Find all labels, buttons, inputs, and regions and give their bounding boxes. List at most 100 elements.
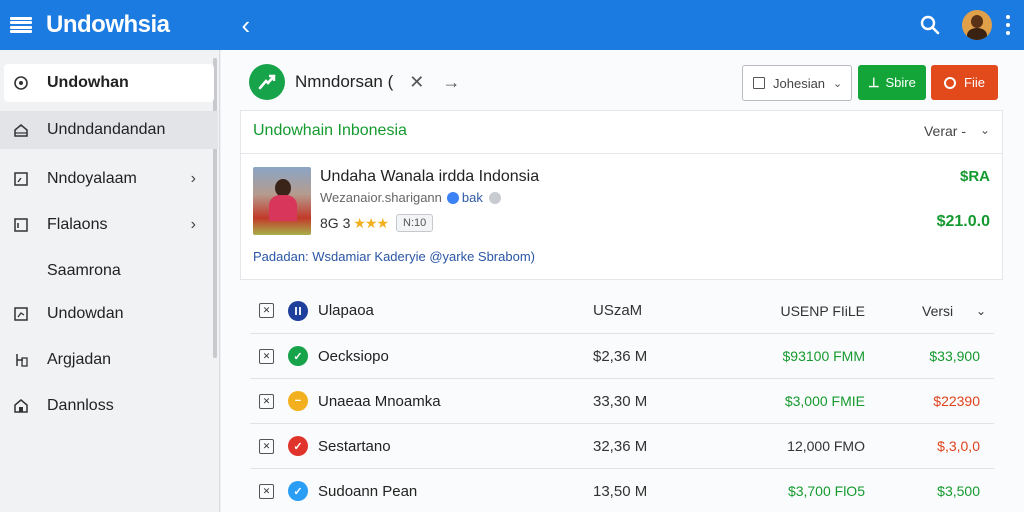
- sidebar-item-undowhan[interactable]: Undowhan: [4, 64, 214, 102]
- column-header-name[interactable]: Ulapaoa: [318, 302, 374, 319]
- sidebar-item-label: Undowdan: [47, 305, 124, 322]
- table-row[interactable]: ✕ − Unaeaa Mnoamka 33,30 M $3,000 FMIE $…: [250, 379, 994, 424]
- row-name: Sudoann Pean: [318, 482, 418, 500]
- record-icon: [944, 76, 957, 89]
- row-size: 13,50 M: [593, 482, 648, 500]
- row-size: $2,36 M: [593, 347, 648, 365]
- menu-icon[interactable]: [10, 14, 32, 36]
- sidebar-item-label: Flalaons: [47, 216, 108, 233]
- sidebar-item-label: Saamrona: [47, 262, 121, 279]
- review-count-chip[interactable]: N:10: [396, 214, 434, 232]
- sidebar-item-saamrona[interactable]: Saamrona: [0, 252, 214, 290]
- row-name: Oecksiopo: [318, 347, 389, 365]
- arrow-right-icon[interactable]: →: [442, 72, 460, 93]
- close-icon[interactable]: ✕: [409, 72, 424, 93]
- chevron-down-icon: ⌄: [833, 77, 843, 90]
- table-header-row: ✕ Ulapaoa USzaM USENP FIiLE Versi ⌄: [250, 288, 994, 334]
- column-header-size[interactable]: USzaM: [593, 302, 653, 319]
- sidebar: Undowhan Undndandandan Nndoyalaam › Flal…: [0, 50, 220, 512]
- sort-dropdown[interactable]: Verar -: [924, 123, 966, 139]
- upload-icon: ⊥: [868, 74, 880, 90]
- divider: [241, 153, 1002, 154]
- row-size: 32,36 M: [593, 437, 648, 455]
- pending-circle-icon: −: [288, 391, 308, 411]
- select-all-checkbox[interactable]: ✕: [259, 303, 274, 318]
- chevron-right-icon: ›: [190, 170, 196, 187]
- page-header: Nmndorsan ( ✕ →: [249, 64, 460, 100]
- export-dropdown[interactable]: Johesian ⌄: [742, 65, 852, 101]
- chevron-right-icon: ›: [190, 216, 196, 233]
- more-menu-icon[interactable]: [1006, 15, 1010, 35]
- rating-value: 8G 3: [320, 215, 351, 231]
- source-link[interactable]: Padadan: Wsdamiar Kaderyie @yarke Sbrabo…: [253, 249, 535, 264]
- sidebar-item-label: Nndoyalaam: [47, 170, 137, 187]
- file-button[interactable]: Fiie: [931, 65, 998, 100]
- share-button-label: Sbire: [885, 75, 916, 90]
- sidebar-item-label: Dannloss: [47, 397, 114, 414]
- back-chevron-icon[interactable]: ‹: [242, 12, 251, 38]
- table-row[interactable]: ✕ ✓ Sestartano 32,36 M 12,000 FMO $,3,0,…: [250, 424, 994, 469]
- row-checkbox[interactable]: ✕: [259, 438, 274, 454]
- sidebar-item-flalaons[interactable]: Flalaons ›: [0, 206, 214, 244]
- sidebar-item-undndandandan[interactable]: Undndandandan: [0, 111, 218, 149]
- row-name: Sestartano: [318, 437, 391, 455]
- row-checkbox[interactable]: ✕: [259, 393, 274, 409]
- star-icons: ★★★: [353, 214, 389, 231]
- table-row[interactable]: ✕ ✓ Sudoann Pean 13,50 M $3,700 FlO5 $3,…: [250, 469, 994, 512]
- info-dot-icon: [488, 191, 501, 204]
- export-dropdown-label: Johesian: [773, 75, 826, 91]
- product-thumbnail[interactable]: [253, 167, 311, 235]
- column-icon: [288, 300, 308, 321]
- product-card: Undowhain Inbonesia Verar - ⌄ Undaha Wan…: [240, 110, 1003, 280]
- verified-badge-icon: [446, 191, 459, 204]
- row-name: Unaeaa Mnoamka: [318, 392, 441, 410]
- row-file: $3,700 FlO5: [787, 483, 865, 499]
- card-title: Undowhain Inbonesia: [253, 122, 407, 139]
- price-primary: $RA: [959, 168, 990, 185]
- row-version: $22390: [933, 393, 980, 409]
- file-button-label: Fiie: [964, 75, 985, 90]
- row-checkbox[interactable]: ✕: [259, 348, 274, 364]
- row-file: 12,000 FMO: [787, 438, 865, 454]
- chevron-down-icon[interactable]: ⌄: [976, 304, 986, 318]
- sidebar-item-label: Undndandandan: [47, 121, 166, 138]
- seller-badge-label: bak: [461, 190, 483, 205]
- product-subtitle: Wezanaior.sharigann bak: [320, 190, 501, 205]
- row-size: 33,30 M: [593, 392, 648, 410]
- app-bar: Undowhsia ‹: [0, 0, 1024, 50]
- row-version: $33,900: [929, 348, 980, 364]
- building-icon: [13, 398, 29, 414]
- table-row[interactable]: ✕ ✓ Oecksiopo $2,36 M $93100 FMM $33,900: [250, 334, 994, 379]
- user-avatar[interactable]: [962, 10, 992, 40]
- sidebar-item-argjadan[interactable]: Argjadan: [0, 341, 214, 379]
- row-checkbox[interactable]: ✕: [259, 483, 274, 499]
- main-panel: Nmndorsan ( ✕ → Johesian ⌄ ⊥ Sbire Fiie …: [221, 50, 1024, 512]
- sidebar-item-dannloss[interactable]: Dannloss: [0, 387, 214, 425]
- eye-icon: [13, 75, 29, 91]
- app-title: Undowhsia: [46, 11, 170, 38]
- sidebar-item-nndoyalaam[interactable]: Nndoyalaam ›: [0, 160, 214, 198]
- trend-logo-icon: [249, 64, 285, 100]
- search-icon[interactable]: [920, 15, 940, 35]
- chevron-down-icon[interactable]: ⌄: [980, 123, 990, 137]
- home-icon: [13, 122, 29, 138]
- items-table: ✕ Ulapaoa USzaM USENP FIiLE Versi ⌄ ✕ ✓ …: [250, 288, 994, 512]
- check-circle-icon: ✓: [288, 436, 308, 456]
- row-version: $3,500: [937, 483, 980, 499]
- check-circle-icon: ✓: [288, 481, 308, 501]
- sidebar-item-label: Undowhan: [47, 74, 129, 91]
- share-button[interactable]: ⊥ Sbire: [858, 65, 926, 100]
- sidebar-item-label: Argjadan: [47, 351, 112, 368]
- hierarchy-icon: [13, 352, 29, 368]
- rating-row: 8G 3 ★★★ N:10: [320, 214, 434, 232]
- row-file: $3,000 FMIE: [784, 393, 865, 409]
- product-title[interactable]: Undaha Wanala irdda Indonsia: [320, 168, 539, 186]
- sidebar-item-undowdan[interactable]: Undowdan: [0, 295, 214, 333]
- row-file: $93100 FMM: [782, 348, 865, 364]
- seller-name: Wezanaior.sharigann: [320, 190, 442, 205]
- column-header-file[interactable]: USENP FIiLE: [750, 303, 865, 319]
- column-header-version[interactable]: Versi: [922, 303, 1002, 319]
- check-circle-icon: ✓: [288, 346, 308, 366]
- page-title: Nmndorsan (: [295, 72, 394, 91]
- chart-icon: [13, 306, 29, 322]
